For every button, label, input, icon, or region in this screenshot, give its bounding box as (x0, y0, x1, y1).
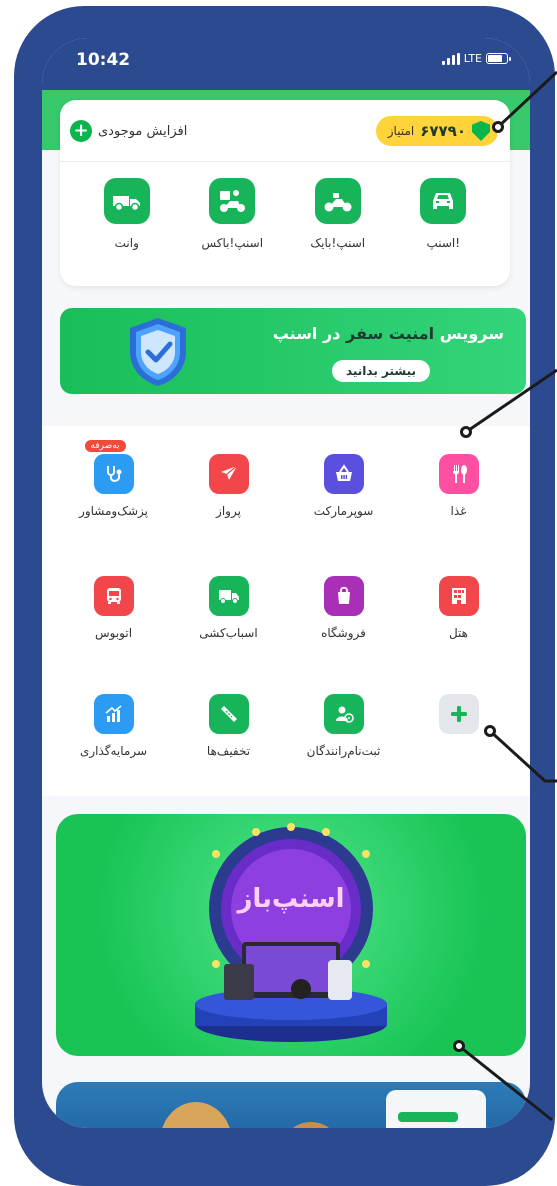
callout-lines (458, 70, 557, 1122)
phone-notch (186, 30, 382, 70)
callout-dot (453, 1040, 465, 1052)
callout-dot (484, 725, 496, 737)
callout-dot (492, 121, 504, 133)
callout-dot (460, 426, 472, 438)
